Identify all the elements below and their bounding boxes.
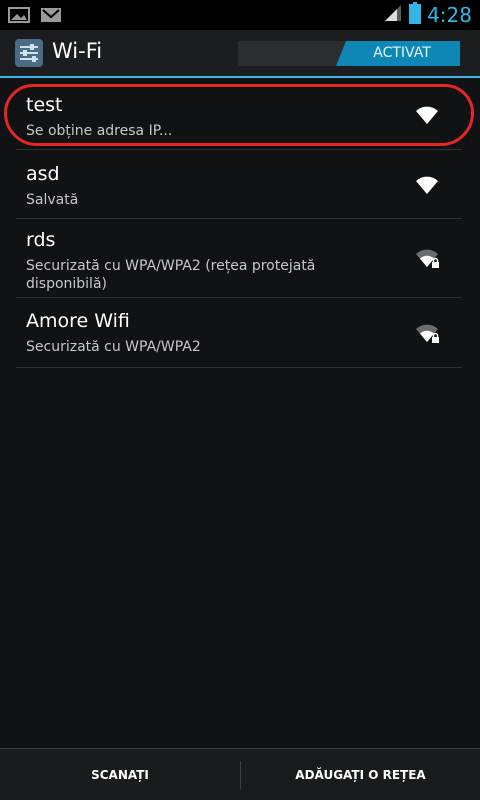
settings-sliders-icon[interactable]	[14, 38, 44, 68]
network-ssid: Amore Wifi	[26, 310, 130, 332]
network-list: test Se obține adresa IP... asd Salvată …	[16, 80, 462, 368]
scan-button[interactable]: SCANAȚI	[0, 749, 240, 800]
toggle-label: ACTIVAT	[373, 45, 431, 61]
network-item-test[interactable]: test Se obține adresa IP...	[16, 80, 462, 150]
status-bar: 4:28	[0, 0, 480, 30]
network-item-amore-wifi[interactable]: Amore Wifi Securizată cu WPA/WPA2	[16, 298, 462, 368]
wifi-strong-icon	[414, 172, 440, 198]
clock: 4:28	[427, 3, 472, 27]
action-bar: Wi-Fi ACTIVAT	[0, 30, 480, 76]
add-network-button[interactable]: ADĂUGAȚI O REȚEA	[241, 749, 480, 800]
action-bar-divider	[0, 76, 480, 78]
network-status: Securizată cu WPA/WPA2	[26, 339, 201, 355]
gmail-icon	[40, 6, 62, 28]
wifi-strong-icon	[414, 102, 440, 128]
page-title: Wi-Fi	[52, 39, 103, 63]
signal-icon	[383, 3, 403, 27]
wifi-locked-icon	[414, 320, 440, 346]
network-ssid: test	[26, 94, 63, 116]
network-status: Salvată	[26, 192, 79, 208]
network-status: Se obține adresa IP...	[26, 123, 173, 139]
network-ssid: asd	[26, 163, 60, 185]
network-status: Securizată cu WPA/WPA2 (rețea protejată …	[26, 258, 316, 292]
wifi-locked-icon	[414, 245, 440, 271]
network-item-asd[interactable]: asd Salvată	[16, 150, 462, 219]
battery-icon	[409, 2, 422, 28]
image-icon	[8, 6, 30, 28]
network-ssid: rds	[26, 229, 56, 251]
wifi-toggle[interactable]: ACTIVAT	[238, 41, 460, 66]
network-item-rds[interactable]: rds Securizată cu WPA/WPA2 (rețea protej…	[16, 219, 462, 298]
footer-bar: SCANAȚI ADĂUGAȚI O REȚEA	[0, 748, 480, 800]
